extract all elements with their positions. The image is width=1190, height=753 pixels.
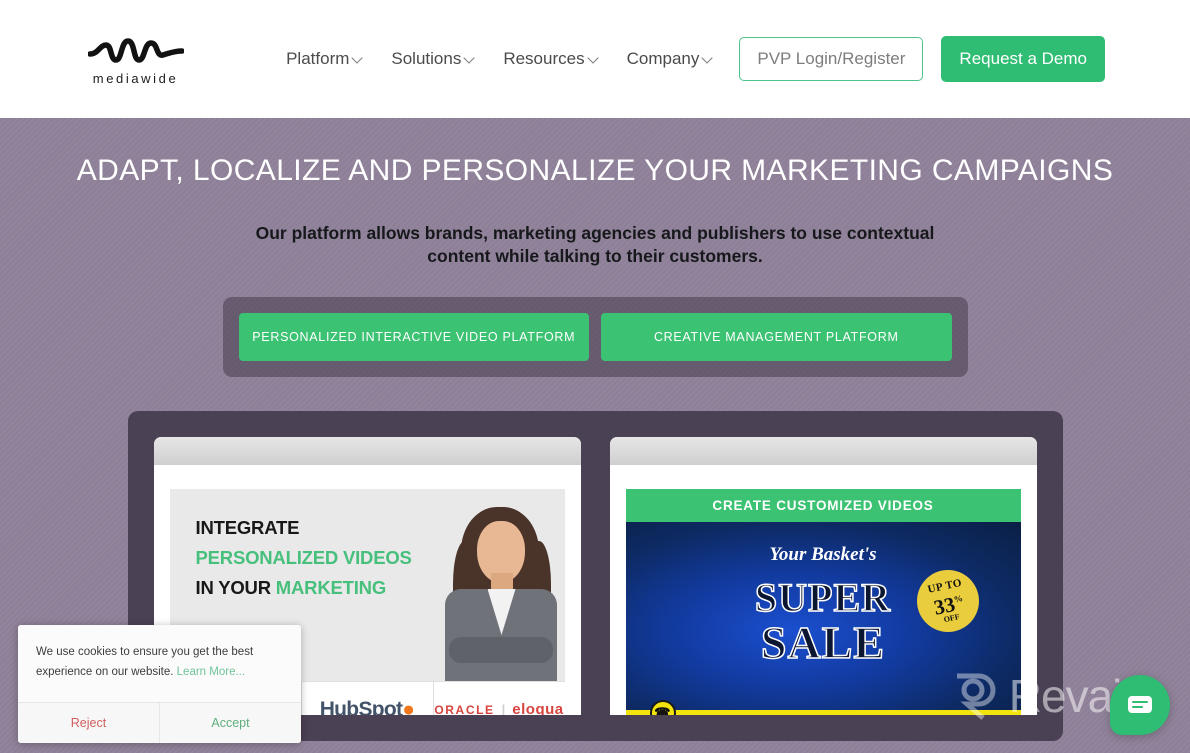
hubspot-dot-icon: ●: [402, 697, 415, 716]
promo-line-3-plain: IN YOUR: [195, 577, 276, 598]
laptop-mockup-right: CREATE CUSTOMIZED VIDEOS Your Basket's S…: [609, 437, 1037, 715]
toggle-personalized-interactive-video-platform[interactable]: PERSONALIZED INTERACTIVE VIDEO PLATFORM: [238, 313, 589, 361]
chevron-down-icon: [589, 53, 599, 63]
nav-item-solutions[interactable]: Solutions: [391, 49, 475, 69]
partner-logo-oracle-eloqua: ORACLE | eloqua: [434, 682, 565, 715]
main-navigation: Platform Solutions Resources Company: [286, 49, 713, 69]
nav-item-platform[interactable]: Platform: [286, 49, 363, 69]
site-header: mediawide Platform Solutions Resources C…: [0, 0, 1190, 118]
hero-subtitle: Our platform allows brands, marketing ag…: [255, 223, 935, 266]
oracle-label: ORACLE: [434, 702, 495, 716]
platform-toggle-panel: PERSONALIZED INTERACTIVE VIDEO PLATFORM …: [222, 297, 968, 377]
video-canvas: Your Basket's SUPER SALE UP TO 33% OFF: [625, 522, 1021, 710]
promo-line-1: INTEGRATE: [195, 517, 300, 538]
nav-label: Solutions: [391, 49, 462, 68]
cookie-consent-banner: We use cookies to ensure you get the bes…: [18, 625, 301, 743]
hero-title: ADAPT, LOCALIZE AND PERSONALIZE YOUR MAR…: [76, 154, 1114, 187]
eloqua-label: eloqua: [512, 701, 564, 715]
brand-logo[interactable]: mediawide: [85, 33, 186, 86]
businesswoman-illustration: [435, 499, 565, 681]
chevron-down-icon: [465, 53, 475, 63]
promo-line-3: IN YOUR MARKETING: [196, 573, 435, 603]
hubspot-label: HubSpot: [319, 697, 403, 716]
nav-label: Company: [626, 49, 700, 68]
chevron-down-icon: [703, 53, 713, 63]
chat-widget-button[interactable]: [1110, 675, 1170, 735]
pvp-login-register-button[interactable]: PVP Login/Register: [739, 37, 924, 81]
cookie-reject-button[interactable]: Reject: [18, 703, 160, 743]
toggle-creative-management-platform[interactable]: CREATIVE MANAGEMENT PLATFORM: [601, 313, 952, 361]
badge-percent-sign: %: [952, 592, 964, 605]
logo-divider: |: [501, 702, 506, 715]
chevron-down-icon: [353, 53, 363, 63]
create-customized-videos-banner: CREATE CUSTOMIZED VIDEOS: [625, 489, 1021, 522]
video-footer-strip: ☎ FREE DELIVERY IN 30 MINUTES SHOP @YOUR…: [625, 700, 1021, 715]
header-actions: PVP Login/Register Request a Demo: [739, 36, 1105, 82]
laptop-screen-right: CREATE CUSTOMIZED VIDEOS Your Basket's S…: [609, 465, 1037, 715]
badge-off-label: OFF: [942, 611, 960, 624]
request-demo-button[interactable]: Request a Demo: [941, 36, 1105, 82]
laptop-top-bar: [609, 437, 1037, 465]
cookie-accept-button[interactable]: Accept: [160, 703, 301, 743]
nav-item-resources[interactable]: Resources: [503, 49, 598, 69]
cookie-message: We use cookies to ensure you get the bes…: [18, 625, 301, 702]
mediawide-squiggle-logo-icon: [87, 37, 184, 63]
nav-label: Platform: [286, 49, 350, 68]
video-kicker-text: Your Basket's: [769, 544, 877, 565]
promo-line-2-green: PERSONALIZED VIDEOS: [195, 547, 412, 568]
promo-line-3-green: MARKETING: [275, 577, 387, 598]
laptop-top-bar: [153, 437, 581, 465]
brand-wordmark: mediawide: [92, 70, 179, 86]
cookie-learn-more-link[interactable]: Learn More...: [177, 666, 245, 678]
nav-item-company[interactable]: Company: [627, 49, 714, 69]
nav-label: Resources: [503, 49, 585, 68]
cookie-actions: Reject Accept: [18, 702, 301, 743]
chat-bubble-icon: [1128, 696, 1152, 713]
partner-logo-hubspot: HubSpot●: [302, 682, 434, 715]
badge-value: 33%: [931, 591, 964, 620]
promo-line-2: PERSONALIZED VIDEOS: [196, 543, 435, 573]
